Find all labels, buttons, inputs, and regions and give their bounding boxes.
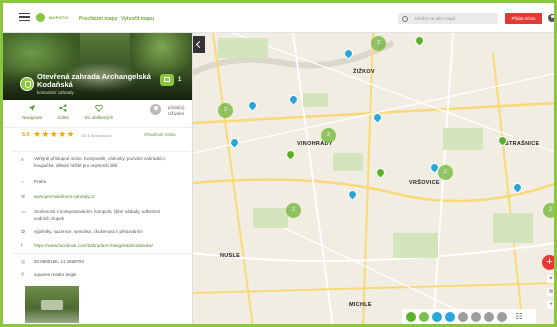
map-label-zizkov: ŽIŽKOV	[353, 69, 375, 75]
photo-count: 1	[178, 77, 182, 83]
address-icon: ⚲	[21, 272, 25, 278]
user-avatar-icon[interactable]	[548, 14, 556, 22]
uploader-name: Uživatel	[168, 111, 185, 116]
rating-stars-icon[interactable]: ★★★★★	[33, 129, 75, 139]
filter-shop-icon[interactable]	[484, 312, 494, 322]
photo-thumbnail[interactable]	[25, 286, 79, 323]
navigate-label: Navigovat	[21, 115, 42, 120]
zoom-in-icon[interactable]: +	[547, 301, 555, 309]
filter-other-icon[interactable]	[458, 312, 468, 322]
rate-place-link[interactable]: Ohodnotit místo	[144, 132, 176, 137]
place-description: Veřejně přístupné místo. Kompostér, záho…	[34, 156, 166, 168]
place-gps: 50.0690196, 14.4659794	[34, 259, 85, 264]
search-placeholder: Hledat na této mapě	[415, 16, 456, 21]
place-actions: Navigovat Sdílet Do oblíbených přidal(a)…	[0, 100, 192, 128]
search-icon	[402, 15, 408, 22]
share-icon	[59, 104, 67, 112]
layers-icon[interactable]: ≋	[547, 288, 555, 296]
place-category: komunitní zahrady	[37, 90, 74, 95]
camera-icon[interactable]	[160, 74, 174, 86]
locate-icon[interactable]: ⌖	[547, 275, 555, 283]
favorite-button[interactable]: Do oblíbených	[79, 104, 119, 120]
map-cluster[interactable]: 2	[321, 128, 336, 143]
gps-icon: ◎	[21, 259, 26, 265]
map-label-michle: MICHLE	[349, 302, 372, 308]
mapotic-logo-icon[interactable]	[36, 13, 45, 22]
filter-water-icon[interactable]	[445, 312, 455, 322]
map-cluster[interactable]: 2	[543, 203, 557, 218]
place-website-link[interactable]: www.permakulturni-zahrady.cz	[34, 193, 95, 200]
map-cluster[interactable]: 2	[438, 165, 453, 180]
place-experience: zkušenosti s kompostováním, kompost, čtě…	[34, 209, 161, 221]
map-cluster[interactable]: 2	[218, 103, 233, 118]
add-place-fab[interactable]: +	[542, 255, 557, 270]
share-button[interactable]: Sdílet	[43, 104, 83, 120]
filter-more-icon[interactable]	[497, 312, 507, 322]
collapse-panel-button[interactable]	[193, 36, 205, 53]
filter-settings-icon[interactable]: ☷	[514, 312, 524, 322]
filter-garden-icon[interactable]	[406, 312, 416, 322]
place-city: Praha	[34, 179, 47, 184]
facebook-icon: f	[21, 243, 23, 249]
share-label: Sdílet	[57, 115, 69, 120]
nav-create-map[interactable]: Vytvořit mapu	[121, 16, 154, 22]
add-place-button[interactable]: Přidat místo	[505, 13, 542, 24]
map-label-nusle: NUSLE	[220, 253, 241, 259]
place-photo[interactable]: Otevřená zahrada Archangelská Kodaňská k…	[0, 33, 192, 100]
web-icon: ⊕	[21, 194, 26, 200]
map-cluster[interactable]: 2	[286, 203, 301, 218]
menu-icon[interactable]	[19, 13, 30, 22]
uploader-avatar-icon	[150, 104, 161, 115]
place-detail-panel: Otevřená zahrada Archangelská Kodaňská k…	[0, 33, 193, 327]
filter-community-icon[interactable]	[419, 312, 429, 322]
place-program: výpěstky, sazenice, semínka, zkušenosti …	[34, 229, 143, 234]
program-icon: ✿	[21, 229, 26, 235]
experience-icon: 〜	[21, 210, 27, 216]
brand-name[interactable]: MAPOTIC	[49, 15, 69, 20]
city-icon: ⌂	[21, 179, 25, 185]
map-canvas[interactable]: ŽIŽKOV VINOHRADY VRŠOVICE STRAŠNICE NUSL…	[193, 33, 557, 327]
filter-compost-icon[interactable]	[432, 312, 442, 322]
rating-count: Od 1 hodnotících	[81, 132, 112, 138]
map-label-vrsovice: VRŠOVICE	[409, 180, 440, 186]
category-pin-icon	[20, 77, 34, 91]
map-cluster[interactable]: 2	[371, 36, 386, 51]
place-title-line2: Kodaňská	[37, 80, 73, 89]
filter-info-icon[interactable]	[471, 312, 481, 322]
heart-icon	[95, 104, 103, 112]
category-filter-bar: ☷	[402, 309, 536, 325]
nav-browse-maps[interactable]: Procházet mapy	[79, 16, 117, 22]
navigate-icon	[28, 104, 36, 112]
map-streets	[193, 33, 557, 327]
uploader-label: přidal(a)	[168, 105, 185, 110]
place-address: squares reader angle	[34, 272, 77, 277]
place-facebook-link[interactable]: https://www.facebook.com/ZahradaArchange…	[34, 242, 153, 249]
top-navigation-bar: MAPOTIC Procházet mapy Vytvořit mapu Hle…	[0, 0, 557, 33]
rating-row: 5.0 ★★★★★ Od 1 hodnotících Ohodnotit mís…	[0, 128, 192, 142]
description-icon: ≡	[21, 157, 24, 163]
search-input[interactable]: Hledat na této mapě	[398, 13, 498, 24]
favorite-label: Do oblíbených	[84, 115, 114, 120]
uploader[interactable]: přidal(a) Uživatel	[150, 104, 190, 122]
rating-value: 5.0	[22, 132, 30, 138]
map-label-strasnice: STRAŠNICE	[505, 141, 540, 147]
